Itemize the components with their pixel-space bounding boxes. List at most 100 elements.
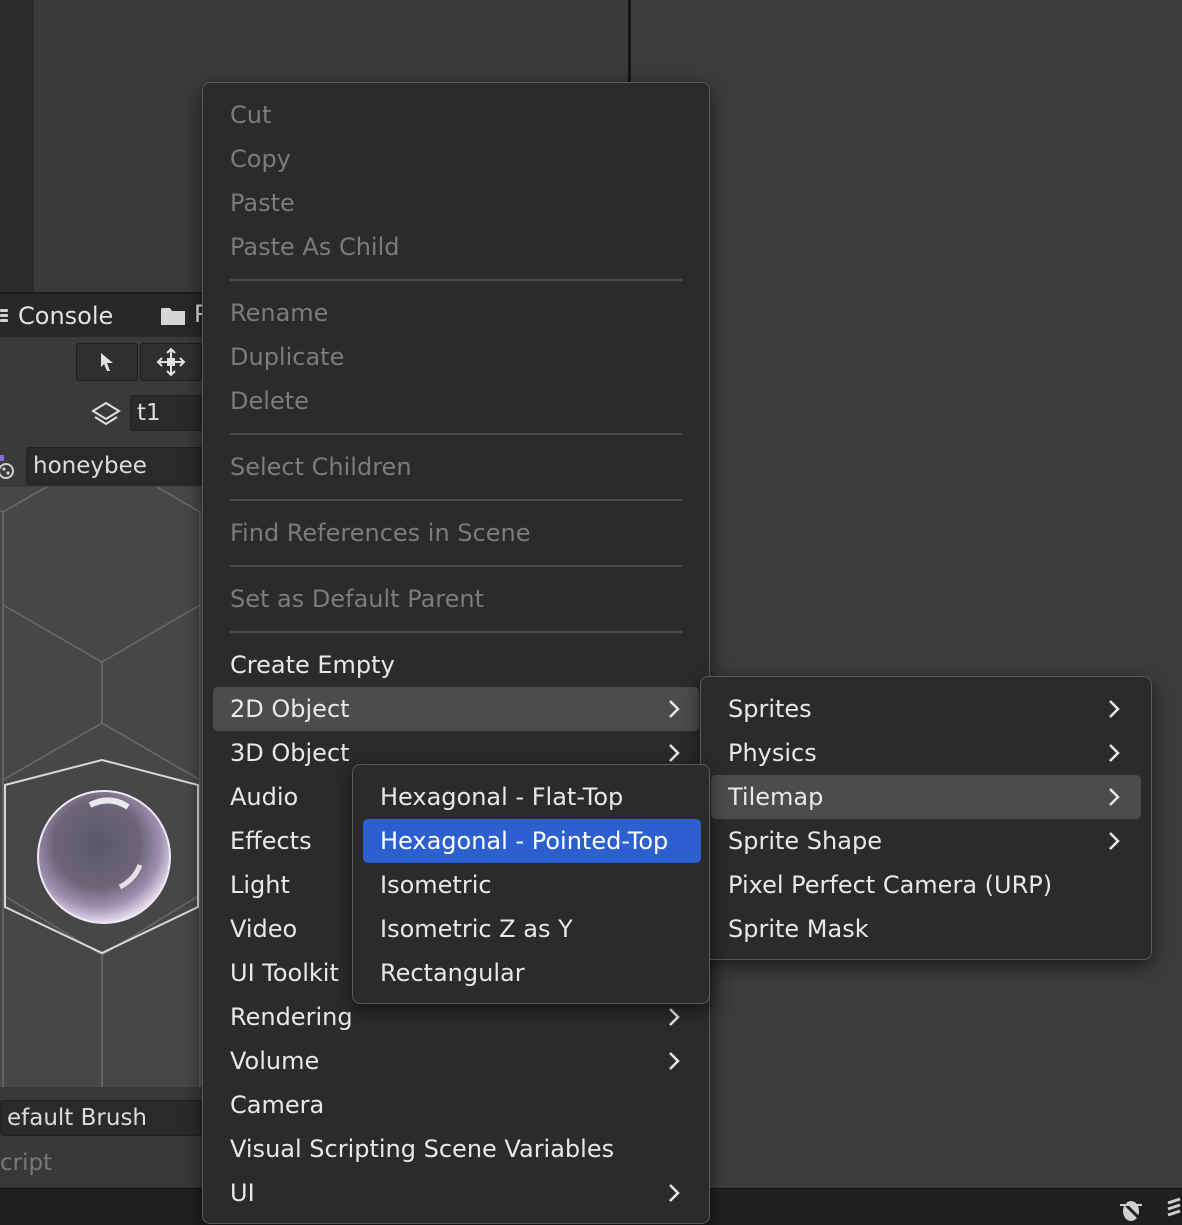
menu-item-label: Visual Scripting Scene Variables bbox=[230, 1135, 615, 1163]
context-menu: Cut Copy Paste Paste As Child Rename Dup… bbox=[202, 82, 710, 1224]
chevron-right-icon bbox=[669, 1184, 680, 1202]
menu-item-label: Paste bbox=[230, 189, 295, 217]
menu-item-hexagonal-pointed-top[interactable]: Hexagonal - Pointed-Top bbox=[363, 819, 701, 863]
menu-item-hexagonal-flat-top[interactable]: Hexagonal - Flat-Top bbox=[353, 775, 709, 819]
menu-item-physics[interactable]: Physics bbox=[701, 731, 1151, 775]
menu-item-label: Light bbox=[230, 871, 290, 899]
menu-item-label: Create Empty bbox=[230, 651, 395, 679]
menu-item-label: Paste As Child bbox=[230, 233, 400, 261]
menu-item-rectangular[interactable]: Rectangular bbox=[353, 951, 709, 995]
submenu-tilemap: Hexagonal - Flat-Top Hexagonal - Pointed… bbox=[352, 764, 710, 1004]
palette-dropdown-value: honeybee bbox=[33, 453, 147, 479]
move-icon bbox=[156, 347, 186, 377]
menu-item-label: Tilemap bbox=[728, 783, 824, 811]
menu-item-label: 3D Object bbox=[230, 739, 350, 767]
menu-item-isometric-z-as-y[interactable]: Isometric Z as Y bbox=[353, 907, 709, 951]
menu-item-visual-scripting[interactable]: Visual Scripting Scene Variables bbox=[203, 1127, 709, 1171]
cursor-icon bbox=[101, 353, 113, 371]
tab-console-label: Console bbox=[18, 302, 114, 330]
menu-item-create-empty[interactable]: Create Empty bbox=[203, 643, 709, 687]
chevron-right-icon bbox=[669, 1052, 680, 1070]
menu-item-rename[interactable]: Rename bbox=[203, 291, 709, 335]
submenu-2d-object: Sprites Physics Tilemap Sprite Shape Pix… bbox=[700, 676, 1152, 960]
menu-item-sprites[interactable]: Sprites bbox=[701, 687, 1151, 731]
menu-item-paste[interactable]: Paste bbox=[203, 181, 709, 225]
menu-item-label: Physics bbox=[728, 739, 817, 767]
menu-item-label: Isometric bbox=[380, 871, 492, 899]
folder-icon bbox=[161, 308, 185, 325]
script-label-text: cript bbox=[0, 1150, 53, 1176]
hierarchy-panel-edge bbox=[0, 0, 34, 292]
menu-item-label: Video bbox=[230, 915, 298, 943]
menu-separator bbox=[230, 433, 682, 435]
move-tool-button[interactable] bbox=[140, 343, 202, 381]
menu-item-audio[interactable]: Audio bbox=[203, 775, 353, 819]
menu-item-tilemap[interactable]: Tilemap bbox=[711, 775, 1141, 819]
menu-item-label: UI Toolkit bbox=[230, 959, 339, 987]
menu-item-label: Audio bbox=[230, 783, 299, 811]
tilemap-target-value: t1 bbox=[137, 400, 161, 426]
menu-item-cut[interactable]: Cut bbox=[203, 93, 709, 137]
layers-icon bbox=[91, 401, 121, 426]
chevron-right-icon bbox=[669, 700, 680, 718]
menu-item-find-references[interactable]: Find References in Scene bbox=[203, 511, 709, 555]
menu-item-label: Volume bbox=[230, 1047, 320, 1075]
menu-item-label: Select Children bbox=[230, 453, 412, 481]
bubble-tile[interactable] bbox=[37, 790, 171, 924]
menu-item-label: Pixel Perfect Camera (URP) bbox=[728, 871, 1053, 899]
menu-item-paste-as-child[interactable]: Paste As Child bbox=[203, 225, 709, 269]
menu-item-effects[interactable]: Effects bbox=[203, 819, 353, 863]
menu-item-2d-object[interactable]: 2D Object bbox=[213, 687, 699, 731]
menu-item-label: Sprite Shape bbox=[728, 827, 882, 855]
menu-item-volume[interactable]: Volume bbox=[203, 1039, 709, 1083]
select-tool-button[interactable] bbox=[76, 343, 138, 381]
menu-item-label: Set as Default Parent bbox=[230, 585, 485, 613]
menu-item-isometric[interactable]: Isometric bbox=[353, 863, 709, 907]
menu-item-label: Find References in Scene bbox=[230, 519, 531, 547]
menu-item-camera[interactable]: Camera bbox=[203, 1083, 709, 1127]
palette-icon bbox=[0, 455, 14, 479]
menu-item-label: Isometric Z as Y bbox=[380, 915, 573, 943]
menu-item-label: Effects bbox=[230, 827, 312, 855]
menu-item-label: Cut bbox=[230, 101, 272, 129]
menu-item-sprite-mask[interactable]: Sprite Mask bbox=[701, 907, 1151, 951]
menu-item-delete[interactable]: Delete bbox=[203, 379, 709, 423]
menu-separator bbox=[230, 631, 682, 633]
brush-dropdown[interactable]: efault Brush bbox=[0, 1100, 210, 1136]
tile-palette-grid[interactable] bbox=[0, 487, 210, 1087]
menu-item-select-children[interactable]: Select Children bbox=[203, 445, 709, 489]
chevron-right-icon bbox=[1109, 832, 1120, 850]
chevron-right-icon bbox=[1109, 744, 1120, 762]
menu-item-label: Sprites bbox=[728, 695, 812, 723]
menu-item-duplicate[interactable]: Duplicate bbox=[203, 335, 709, 379]
inspector-panel bbox=[631, 0, 1182, 1190]
menu-item-light[interactable]: Light bbox=[203, 863, 353, 907]
chevron-right-icon bbox=[669, 744, 680, 762]
menu-item-set-default-parent[interactable]: Set as Default Parent bbox=[203, 577, 709, 621]
menu-item-label: Rename bbox=[230, 299, 329, 327]
menu-item-pixel-perfect-camera[interactable]: Pixel Perfect Camera (URP) bbox=[701, 863, 1151, 907]
menu-item-label: UI bbox=[230, 1179, 255, 1207]
chevron-right-icon bbox=[1109, 788, 1120, 806]
menu-item-copy[interactable]: Copy bbox=[203, 137, 709, 181]
menu-item-label: 2D Object bbox=[230, 695, 350, 723]
tile-palette-toolbar: t1 honeybee bbox=[0, 337, 210, 487]
menu-item-video[interactable]: Video bbox=[203, 907, 353, 951]
tab-console[interactable]: Console bbox=[0, 294, 113, 338]
menu-item-label: Hexagonal - Flat-Top bbox=[380, 783, 624, 811]
menu-separator bbox=[230, 499, 682, 501]
menu-item-label: Sprite Mask bbox=[728, 915, 869, 943]
chevron-right-icon bbox=[669, 1008, 680, 1026]
palette-dropdown[interactable]: honeybee bbox=[26, 447, 210, 485]
menu-item-ui[interactable]: UI bbox=[203, 1171, 709, 1215]
menu-item-label: Camera bbox=[230, 1091, 325, 1119]
bug-icon[interactable] bbox=[1114, 1195, 1148, 1223]
layers-status-icon[interactable] bbox=[1166, 1197, 1182, 1221]
menu-separator bbox=[230, 279, 682, 281]
tilemap-target-field[interactable]: t1 bbox=[130, 395, 210, 431]
menu-item-ui-toolkit[interactable]: UI Toolkit bbox=[203, 951, 353, 995]
menu-item-label: Copy bbox=[230, 145, 291, 173]
menu-item-sprite-shape[interactable]: Sprite Shape bbox=[701, 819, 1151, 863]
console-icon bbox=[0, 308, 10, 324]
menu-item-label: Rendering bbox=[230, 1003, 353, 1031]
